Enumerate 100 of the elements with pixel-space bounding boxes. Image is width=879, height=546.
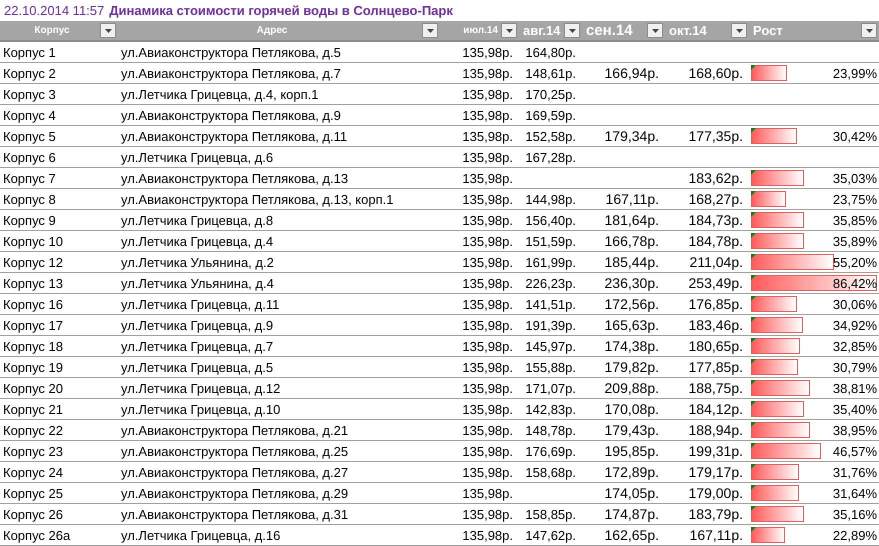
table-cell: 135,98р. xyxy=(462,506,513,522)
table-cell: Корпус 22 xyxy=(3,422,63,438)
caret-icon xyxy=(736,28,742,32)
table-cell: 166,78р. xyxy=(604,233,659,249)
filter-button[interactable] xyxy=(501,23,517,38)
table-cell: 191,39р. xyxy=(525,318,576,332)
filter-button[interactable] xyxy=(861,23,877,38)
table-cell: Корпус 24 xyxy=(3,464,63,480)
table-cell: 135,98р. xyxy=(462,528,513,542)
table-cell: 135,98р. xyxy=(462,338,513,354)
table-cell-text: 30,42% xyxy=(832,128,878,144)
table-cell-text: 31,64% xyxy=(832,486,878,500)
caret-icon xyxy=(506,28,512,32)
table-cell: 162,65р. xyxy=(604,527,659,543)
table-cell: 236,30р. xyxy=(604,275,659,291)
table-cell-text: 35,40% xyxy=(832,402,878,416)
table-cell: Корпус 19 xyxy=(3,360,63,374)
table-cell: Корпус 26 xyxy=(3,506,63,522)
table-cell: Корпус 12 xyxy=(3,254,63,270)
table-cell: ул.Летчика Грицевца, д.4 xyxy=(121,234,274,248)
table-cell: 165,63р. xyxy=(604,317,659,333)
table-cell: Корпус 13 xyxy=(3,276,63,290)
table-cell: 176,69р. xyxy=(525,444,576,458)
table-cell: 177,35р. xyxy=(688,128,743,144)
caret-icon xyxy=(426,28,434,32)
table-cell: 170,08р. xyxy=(604,401,659,417)
table-cell: 170,25р. xyxy=(525,86,576,102)
table-cell: Корпус 4 xyxy=(3,108,56,122)
table-cell: 167,28р. xyxy=(525,150,576,164)
table-cell: Корпус 5 xyxy=(3,128,56,144)
table-cell: 135,98р. xyxy=(462,44,513,60)
table-cell: 156,40р. xyxy=(525,212,576,228)
table-cell: 161,99р. xyxy=(525,254,576,270)
column-header: окт.14 xyxy=(668,23,708,38)
table-cell: 195,85р. xyxy=(604,443,659,459)
table-cell: 164,80р. xyxy=(525,44,576,60)
table-cell-text: 86,42% xyxy=(832,276,878,290)
table-cell: ул.Летчика Грицевца, д.6 xyxy=(121,150,274,164)
column-header: Адрес xyxy=(256,25,288,36)
table-cell-text: 30,79% xyxy=(832,360,878,374)
table-cell: 169,59р. xyxy=(525,108,576,122)
caret-icon xyxy=(866,28,872,32)
filter-button[interactable] xyxy=(100,23,116,38)
table-cell: ул.Авиаконструктора Петлякова, д.25 xyxy=(121,444,348,458)
table-cell: Корпус 17 xyxy=(3,318,63,332)
table-cell-text: 46,57% xyxy=(832,444,878,458)
table-cell-text: 31,76% xyxy=(832,464,878,480)
caret-icon xyxy=(104,28,112,32)
table-cell: 179,34р. xyxy=(604,128,659,144)
table-cell: Корпус 26а xyxy=(3,528,70,542)
table-cell: 211,04р. xyxy=(690,254,743,270)
table-cell: Корпус 1 xyxy=(3,44,56,60)
table-cell: 180,65р. xyxy=(688,338,743,354)
table-cell: ул.Авиаконструктора Петлякова, д.9 xyxy=(121,108,341,122)
table-cell: ул.Летчика Грицевца, д.9 xyxy=(121,318,274,332)
table-cell-text: 23,99% xyxy=(832,66,878,80)
table-cell: ул.Авиаконструктора Петлякова, д.11 xyxy=(121,128,348,144)
table-cell: ул.Летчика Ульянина, д.2 xyxy=(121,254,274,270)
table-cell: 135,98р. xyxy=(462,422,513,438)
table-cell: 172,56р. xyxy=(604,296,659,312)
table-cell: ул.Авиаконструктора Петлякова, д.5 xyxy=(121,44,341,60)
filter-button[interactable] xyxy=(647,23,663,38)
table-cell: Корпус 16 xyxy=(3,296,63,312)
table-cell: 142,83р. xyxy=(525,402,576,416)
table-cell: 135,98р. xyxy=(462,486,513,500)
table-cell-text: 38,81% xyxy=(832,380,878,396)
table-cell: 148,61р. xyxy=(525,66,576,80)
table-cell: 183,79р. xyxy=(688,506,743,522)
table-cell: ул.Летчика Грицевца, д.8 xyxy=(121,212,274,228)
table-cell: ул.Летчика Грицевца, д.7 xyxy=(121,338,274,354)
filter-button[interactable] xyxy=(422,23,438,38)
table-cell: 135,98р. xyxy=(462,276,513,290)
table-cell: 135,98р. xyxy=(462,170,513,186)
table-cell: ул.Авиаконструктора Петлякова, д.13, корп.1 xyxy=(121,192,394,206)
table-cell: 141,51р. xyxy=(525,296,576,312)
sheet-title: Динамика стоимости горячей воды в Солнцево-Парк xyxy=(109,3,453,18)
table-cell: 135,98р. xyxy=(462,234,513,248)
table-cell: Корпус 6 xyxy=(3,150,56,164)
table-cell: Корпус 7 xyxy=(3,170,56,186)
table-cell: 209,88р. xyxy=(604,380,659,396)
table-cell: 135,98р. xyxy=(462,444,513,458)
table-cell-text: 35,85% xyxy=(832,212,878,228)
table-cell: 179,43р. xyxy=(604,422,659,438)
column-header: сен.14 xyxy=(585,22,634,39)
filter-button[interactable] xyxy=(564,23,580,38)
filter-button[interactable] xyxy=(731,23,747,38)
table-cell: 135,98р. xyxy=(462,380,513,396)
table-cell-text: 35,16% xyxy=(832,506,878,522)
table-cell: Корпус 21 xyxy=(3,402,63,416)
table-cell-text: 32,85% xyxy=(832,338,878,354)
table-cell: 135,98р. xyxy=(462,296,513,312)
table-cell: ул.Авиаконструктора Петлякова, д.21 xyxy=(121,422,348,438)
column-header: Рост xyxy=(752,23,784,38)
table-cell: ул.Авиаконструктора Петлякова, д.29 xyxy=(121,486,348,500)
table-cell: 199,31р. xyxy=(688,443,743,459)
table-cell: ул.Авиаконструктора Петлякова, д.13 xyxy=(121,170,348,186)
table-cell: 171,07р. xyxy=(525,380,576,396)
table-cell: 135,98р. xyxy=(462,212,513,228)
caret-icon xyxy=(568,28,576,32)
table-cell-text: 23,75% xyxy=(832,192,878,206)
